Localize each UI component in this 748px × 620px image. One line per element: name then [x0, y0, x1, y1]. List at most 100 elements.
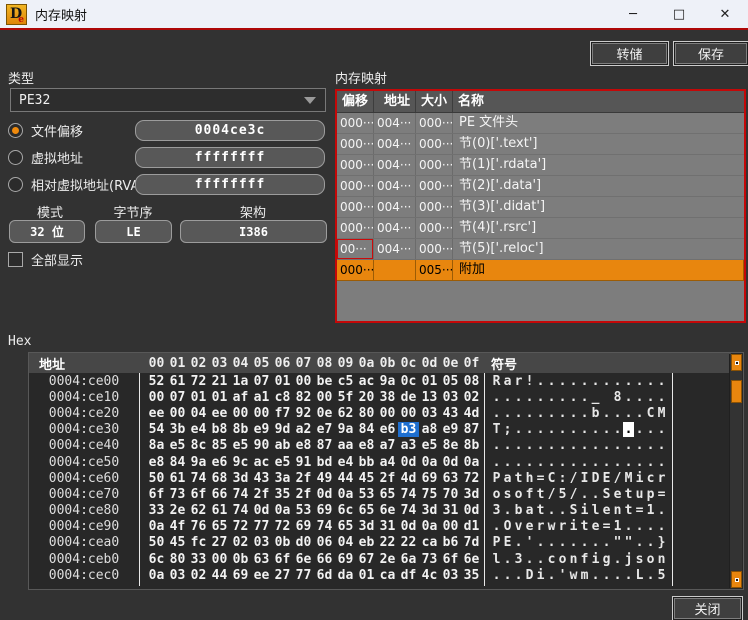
hex-byte[interactable]: 8e: [440, 438, 461, 453]
symbol-char[interactable]: i: [634, 471, 645, 486]
symbol-char[interactable]: .: [557, 422, 568, 437]
hex-byte[interactable]: b6: [440, 535, 461, 550]
hex-byte[interactable]: e7: [314, 422, 335, 437]
symbol-char[interactable]: l: [590, 503, 601, 518]
hex-byte[interactable]: 43: [251, 471, 272, 486]
hex-byte[interactable]: 00: [230, 406, 251, 421]
symbol-char[interactable]: .: [568, 390, 579, 405]
symbol-char[interactable]: i: [590, 552, 601, 567]
hex-byte[interactable]: e6: [209, 455, 230, 470]
hex-byte[interactable]: 00: [440, 519, 461, 534]
virtual-address-radio[interactable]: [8, 149, 23, 165]
hex-byte[interactable]: da: [335, 568, 356, 583]
hex-byte[interactable]: 9c: [230, 455, 251, 470]
symbol-char[interactable]: .: [513, 390, 524, 405]
symbol-char[interactable]: .: [535, 422, 546, 437]
symbol-char[interactable]: .: [557, 390, 568, 405]
symbol-char[interactable]: .: [590, 568, 601, 583]
symbol-char[interactable]: .: [590, 455, 601, 470]
hex-byte[interactable]: e5: [230, 438, 251, 453]
hex-byte[interactable]: 00: [209, 552, 230, 567]
hex-byte[interactable]: 84: [167, 455, 188, 470]
symbol-char[interactable]: .: [546, 422, 557, 437]
symbol-char[interactable]: .: [535, 390, 546, 405]
hex-byte[interactable]: 3d: [461, 487, 482, 502]
symbol-char[interactable]: .: [579, 406, 590, 421]
hex-byte[interactable]: e6: [377, 422, 398, 437]
hex-byte[interactable]: 72: [188, 374, 209, 389]
symbol-char[interactable]: .: [579, 535, 590, 550]
symbol-char[interactable]: E: [601, 471, 612, 486]
symbol-char[interactable]: D: [590, 471, 601, 486]
symbol-char[interactable]: .: [645, 438, 656, 453]
hex-byte[interactable]: 44: [335, 471, 356, 486]
hex-byte[interactable]: 31: [377, 519, 398, 534]
hex-byte[interactable]: 6e: [461, 552, 482, 567]
hex-byte[interactable]: df: [398, 568, 419, 583]
symbol-char[interactable]: R: [491, 374, 502, 389]
hex-row[interactable]: 0004:cea0 50 45 fc 27 02 03 0b d0 06 04 eb 22 22 ca b6 7…: [29, 535, 667, 551]
hex-byte[interactable]: d0: [293, 535, 314, 550]
hex-byte[interactable]: 6c: [335, 503, 356, 518]
file-offset-field[interactable]: 0004ce3c: [135, 120, 325, 141]
hex-row[interactable]: 0004:ce70 6f 73 6f 66 74 2f 35 2f 0d 0a 53 65 74 75 70 3…: [29, 486, 667, 502]
hex-byte[interactable]: 72: [461, 471, 482, 486]
hex-byte[interactable]: 31: [440, 503, 461, 518]
symbol-char[interactable]: _: [590, 390, 601, 405]
symbol-char[interactable]: 5: [656, 568, 667, 583]
hex-byte[interactable]: 08: [461, 374, 482, 389]
hex-byte[interactable]: 6d: [314, 568, 335, 583]
hex-byte[interactable]: 4d: [398, 471, 419, 486]
symbol-char[interactable]: t: [535, 487, 546, 502]
symbol-char[interactable]: .: [535, 438, 546, 453]
symbol-char[interactable]: =: [535, 471, 546, 486]
symbol-char[interactable]: .: [645, 374, 656, 389]
symbol-char[interactable]: .: [623, 390, 634, 405]
hex-byte[interactable]: 74: [188, 471, 209, 486]
hex-byte[interactable]: 03: [440, 390, 461, 405]
symbol-char[interactable]: t: [535, 503, 546, 518]
hex-byte[interactable]: 6e: [293, 552, 314, 567]
hex-byte[interactable]: a7: [377, 438, 398, 453]
hex-byte[interactable]: 66: [314, 552, 335, 567]
scrollbar-thumb[interactable]: [731, 380, 742, 403]
symbol-char[interactable]: .: [557, 438, 568, 453]
symbol-char[interactable]: .: [579, 438, 590, 453]
hex-byte[interactable]: 07: [251, 374, 272, 389]
hex-byte[interactable]: 80: [167, 552, 188, 567]
symbol-char[interactable]: .: [546, 374, 557, 389]
hex-byte[interactable]: 8c: [188, 438, 209, 453]
hex-byte[interactable]: 6a: [398, 552, 419, 567]
symbol-char[interactable]: .: [491, 519, 502, 534]
symbol-char[interactable]: M: [656, 406, 667, 421]
symbol-char[interactable]: b: [590, 406, 601, 421]
hex-byte[interactable]: 44: [209, 568, 230, 583]
hex-byte[interactable]: e4: [188, 422, 209, 437]
hex-byte[interactable]: ca: [377, 568, 398, 583]
hex-byte[interactable]: 92: [293, 406, 314, 421]
symbol-char[interactable]: /: [568, 471, 579, 486]
symbol-char[interactable]: .: [513, 406, 524, 421]
symbol-char[interactable]: S: [568, 503, 579, 518]
symbol-char[interactable]: l: [491, 552, 502, 567]
hex-byte[interactable]: b8: [209, 422, 230, 437]
symbol-char[interactable]: .: [590, 422, 601, 437]
symbol-char[interactable]: .: [502, 390, 513, 405]
hex-byte[interactable]: c8: [272, 390, 293, 405]
hex-byte[interactable]: 0b: [230, 552, 251, 567]
hex-byte[interactable]: 0a: [272, 503, 293, 518]
hex-byte[interactable]: 00: [167, 406, 188, 421]
symbol-char[interactable]: .: [513, 535, 524, 550]
symbol-char[interactable]: o: [513, 487, 524, 502]
hex-byte[interactable]: 53: [356, 487, 377, 502]
hex-byte[interactable]: 3a: [272, 471, 293, 486]
hex-byte[interactable]: 01: [356, 568, 377, 583]
symbol-char[interactable]: .: [546, 568, 557, 583]
hex-byte[interactable]: 01: [188, 390, 209, 405]
symbol-char[interactable]: .: [645, 568, 656, 583]
symbol-char[interactable]: .: [601, 374, 612, 389]
symbol-char[interactable]: E: [502, 535, 513, 550]
symbol-char[interactable]: =: [601, 519, 612, 534]
hex-byte[interactable]: 03: [167, 568, 188, 583]
rva-radio[interactable]: [8, 176, 23, 192]
